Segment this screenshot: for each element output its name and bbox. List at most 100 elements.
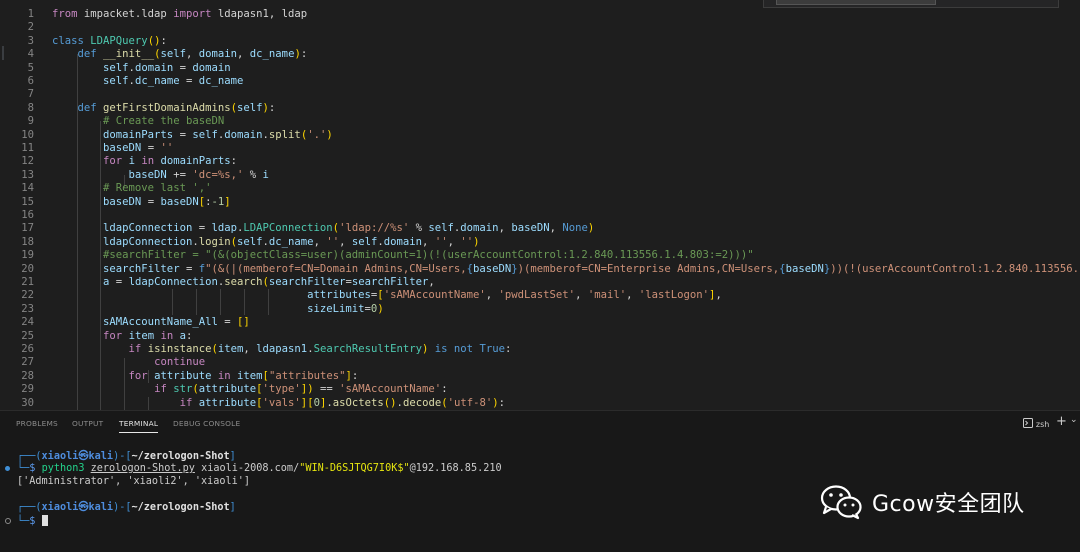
code-text: # Create the baseDN: [103, 115, 225, 128]
terminal-prompt-line-2: ┌──(xiaoli㉿kali)-[~/zerologon-Shot]: [17, 502, 236, 513]
code-text: ldapConnection.login(self.dc_name, '', s…: [103, 235, 480, 248]
code-text: baseDN += 'dc=%s,' % i: [128, 168, 269, 181]
find-input[interactable]: [776, 0, 936, 5]
line-number: 25: [21, 329, 34, 342]
code-text: self.dc_name = dc_name: [103, 75, 244, 87]
terminal-input-line[interactable]: └─$: [17, 515, 48, 528]
line-number: 4: [27, 48, 34, 61]
shell-label: zsh: [1035, 420, 1050, 429]
line-number: 6: [27, 75, 34, 87]
code-line[interactable]: 20 searchFilter = f"(&(|(memberof=CN=Dom…: [0, 263, 1080, 276]
code-text: for item in a:: [103, 329, 193, 342]
tab-output[interactable]: OUTPUT: [72, 419, 103, 428]
code-text: class LDAPQuery():: [52, 34, 167, 47]
code-line[interactable]: 5 self.domain = domain: [0, 62, 1080, 75]
line-number: 18: [21, 235, 34, 248]
terminal-dropdown-icon[interactable]: ⌄: [1070, 415, 1078, 425]
code-line[interactable]: 15 baseDN = baseDN[:-1]: [0, 196, 1080, 209]
code-line[interactable]: 28 for attribute in item["attributes"]:: [0, 370, 1080, 383]
code-text: # Remove last ',': [103, 182, 212, 195]
line-number: 21: [21, 276, 34, 288]
line-number: 17: [21, 222, 34, 235]
code-text: baseDN = baseDN[:-1]: [103, 195, 231, 208]
line-number: 15: [21, 195, 34, 208]
command-pending-dot[interactable]: [5, 518, 11, 524]
code-text: searchFilter = f"(&(|(memberof=CN=Domain…: [103, 262, 1080, 275]
code-text: for attribute in item["attributes"]:: [128, 369, 359, 382]
code-text: if str(attribute['type']) == 'sAMAccount…: [154, 383, 448, 396]
code-line[interactable]: 21 a = ldapConnection.search(searchFilte…: [0, 276, 1080, 289]
code-line[interactable]: 18 ldapConnection.login(self.dc_name, ''…: [0, 236, 1080, 249]
code-line[interactable]: 17 ldapConnection = ldap.LDAPConnection(…: [0, 222, 1080, 235]
line-number: 1: [27, 8, 34, 20]
code-text: from impacket.ldap import ldapasn1, ldap: [52, 8, 308, 20]
code-text: attributes=['sAMAccountName', 'pwdLastSe…: [307, 289, 722, 302]
code-line[interactable]: 24 sAMAccountName_All = []: [0, 316, 1080, 329]
code-text: for i in domainParts:: [103, 155, 238, 168]
code-text: continue: [154, 356, 206, 369]
code-line[interactable]: 13 baseDN += 'dc=%s,' % i: [0, 169, 1080, 182]
code-text: if attribute['vals'][0].asOctets().decod…: [179, 396, 506, 409]
code-text: sAMAccountName_All = []: [103, 316, 250, 329]
line-number: 8: [27, 101, 34, 114]
command-success-dot[interactable]: [5, 466, 10, 471]
code-line[interactable]: 12 for i in domainParts:: [0, 155, 1080, 168]
line-number: 3: [27, 34, 34, 47]
code-line[interactable]: 8 def getFirstDomainAdmins(self):: [0, 102, 1080, 115]
code-line[interactable]: 4 def __init__(self, domain, dc_name):: [0, 48, 1080, 61]
line-number: 12: [21, 155, 34, 168]
line-number: 30: [21, 396, 34, 409]
code-line[interactable]: 23 sizeLimit=0): [0, 303, 1080, 316]
terminal-prompt-line: ┌──(xiaoli㉿kali)-[~/zerologon-Shot]: [17, 451, 236, 462]
watermark: Gcow安全团队: [820, 484, 1025, 520]
line-number: 7: [27, 88, 34, 101]
line-number: 23: [21, 302, 34, 315]
code-line[interactable]: 1 from impacket.ldap import ldapasn1, lda…: [0, 8, 1080, 21]
code-text: if isinstance(item, ldapasn1.SearchResul…: [128, 343, 512, 355]
code-line[interactable]: 30 if attribute['vals'][0].asOctets().de…: [0, 397, 1080, 410]
code-line[interactable]: 14 # Remove last ',': [0, 182, 1080, 195]
code-text: #searchFilter = "(&(objectClass=user)(ad…: [103, 249, 754, 262]
code-line[interactable]: 6 self.dc_name = dc_name: [0, 75, 1080, 88]
code-text: def __init__(self, domain, dc_name):: [77, 48, 308, 61]
line-number: 16: [21, 209, 34, 221]
tab-problems[interactable]: PROBLEMS: [16, 419, 58, 428]
code-line[interactable]: 26 if isinstance(item, ldapasn1.SearchRe…: [0, 343, 1080, 356]
code-text: ldapConnection = ldap.LDAPConnection('ld…: [103, 222, 595, 235]
line-number: 13: [21, 168, 34, 181]
line-number: 10: [21, 128, 34, 141]
terminal-shell-selector[interactable]: zsh: [1023, 418, 1049, 430]
code-line[interactable]: 3 class LDAPQuery():: [0, 35, 1080, 48]
line-number: 24: [21, 316, 34, 329]
line-number: 28: [21, 369, 34, 382]
code-line[interactable]: 16: [0, 209, 1080, 222]
line-number: 14: [21, 182, 34, 195]
code-line[interactable]: 9 # Create the baseDN: [0, 115, 1080, 128]
code-line[interactable]: 27 continue: [0, 356, 1080, 369]
tab-debug-console[interactable]: DEBUG CONSOLE: [173, 419, 240, 428]
code-line[interactable]: 10 domainParts = self.domain.split('.'): [0, 129, 1080, 142]
code-line[interactable]: 2: [0, 21, 1080, 34]
line-number: 22: [21, 289, 34, 302]
code-line[interactable]: 19 #searchFilter = "(&(objectClass=user)…: [0, 249, 1080, 262]
tab-terminal[interactable]: TERMINAL: [119, 419, 159, 433]
terminal-command-line: └─$ python3 zerologon-Shot.py xiaoli-200…: [17, 463, 502, 474]
code-line[interactable]: 29 if str(attribute['type']) == 'sAMAcco…: [0, 383, 1080, 396]
line-number: 2: [27, 21, 34, 34]
code-text: baseDN = '': [103, 142, 174, 154]
watermark-text: Gcow安全团队: [872, 492, 1025, 517]
code-line[interactable]: 22 attributes=['sAMAccountName', 'pwdLas…: [0, 289, 1080, 302]
line-number: 29: [21, 383, 34, 396]
code-text: def getFirstDomainAdmins(self):: [77, 101, 276, 114]
code-line[interactable]: 11 baseDN = '': [0, 142, 1080, 155]
line-number: 9: [27, 115, 34, 128]
bottom-panel: PROBLEMS OUTPUT TERMINAL DEBUG CONSOLE z…: [0, 410, 1080, 552]
code-line[interactable]: 25 for item in a:: [0, 330, 1080, 343]
terminal-icon: [1023, 418, 1033, 428]
line-number: 27: [21, 356, 34, 369]
new-terminal-button[interactable]: +: [1056, 414, 1067, 429]
code-text: self.domain = domain: [103, 61, 231, 74]
code-line[interactable]: 7: [0, 88, 1080, 101]
code-editor[interactable]: 1 from impacket.ldap import ldapasn1, lda…: [0, 0, 1080, 410]
line-number: 20: [21, 262, 34, 275]
